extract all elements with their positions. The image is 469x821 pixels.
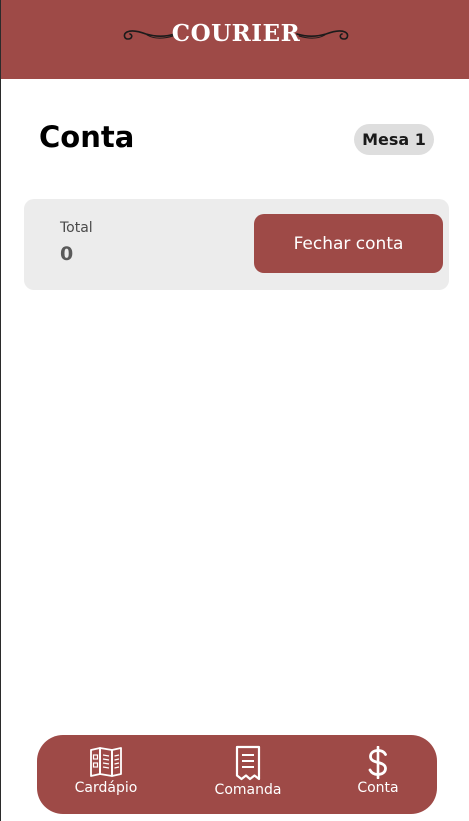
nav-label-menu: Cardápio — [74, 780, 138, 796]
right-swirl-ornament-icon — [296, 30, 349, 40]
app-header: COURIER — [1, 0, 469, 79]
nav-item-menu[interactable]: Cardápio — [66, 735, 146, 814]
close-bill-button[interactable]: Fechar conta — [254, 214, 443, 273]
nav-item-account[interactable]: Conta — [348, 735, 408, 814]
courier-logo: COURIER — [121, 14, 351, 54]
total-label: Total — [60, 220, 93, 236]
nav-item-orders[interactable]: Comanda — [207, 735, 289, 814]
nav-label-orders: Comanda — [214, 782, 282, 798]
table-badge: Mesa 1 — [354, 124, 434, 155]
total-value: 0 — [60, 243, 74, 265]
menu-book-icon — [90, 747, 122, 777]
dollar-icon — [368, 746, 387, 779]
page-title: Conta — [39, 120, 135, 154]
bottom-nav: Cardápio Comanda Conta — [37, 735, 437, 814]
bill-summary-card: Total 0 Fechar conta — [24, 199, 449, 290]
nav-label-account: Conta — [357, 780, 399, 796]
receipt-icon — [235, 745, 261, 781]
